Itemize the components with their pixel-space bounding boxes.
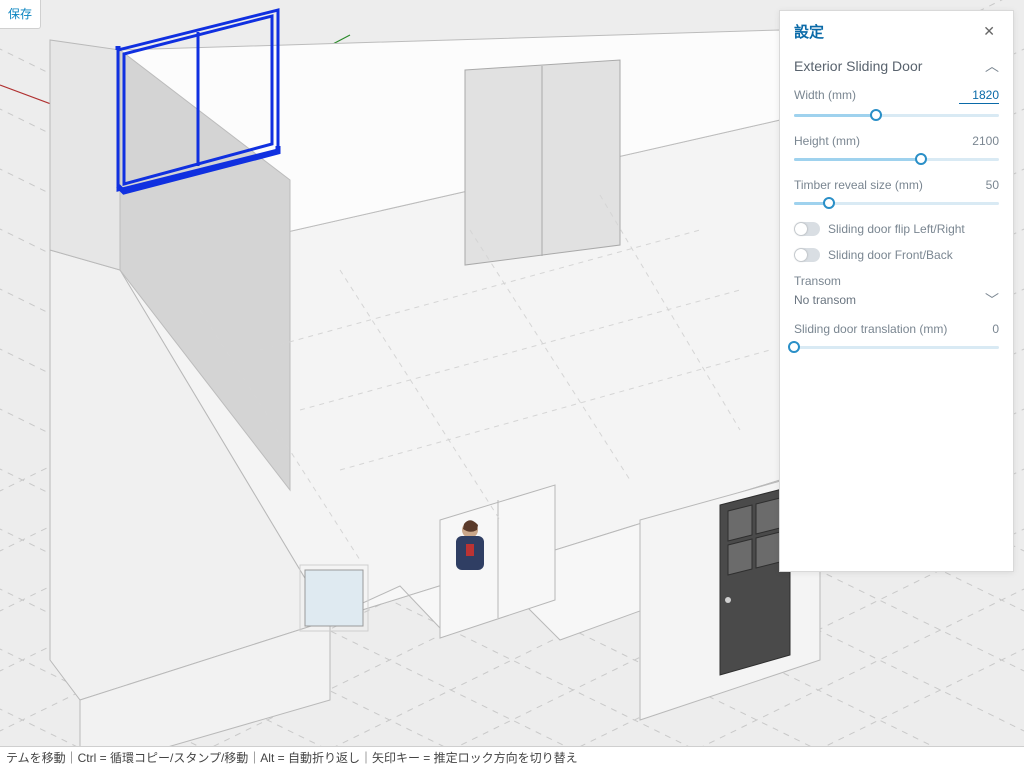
chevron-down-icon: ﹀ (985, 290, 999, 310)
save-button[interactable]: 保存 (0, 0, 41, 29)
prop-height: Height (mm) 2100 (794, 134, 999, 166)
prop-transom: Transom No transom ﹀ (794, 274, 999, 310)
prop-timber: Timber reveal size (mm) 50 (794, 178, 999, 210)
translation-value[interactable]: 0 (992, 322, 999, 336)
panel-title: 設定 (794, 21, 824, 42)
prop-label: Transom (794, 274, 999, 288)
chevron-up-icon[interactable]: ︿ (985, 56, 999, 76)
transom-select[interactable]: No transom ﹀ (794, 290, 999, 310)
prop-translation: Sliding door translation (mm) 0 (794, 322, 999, 354)
timber-value[interactable]: 50 (986, 178, 999, 192)
prop-width: Width (mm) 1820 (794, 88, 999, 122)
status-text: テムを移動｜Ctrl = 循環コピー/スタンプ/移動｜Alt = 自動折り返し｜… (6, 749, 578, 766)
section-title: Exterior Sliding Door (794, 58, 922, 74)
flip-lr-toggle[interactable] (794, 222, 820, 236)
translation-slider[interactable] (794, 340, 999, 354)
settings-panel: 設定 ✕ Exterior Sliding Door ︿ Width (mm) … (779, 10, 1014, 572)
prop-label: Width (mm) (794, 88, 856, 102)
prop-label: Timber reveal size (mm) (794, 178, 923, 192)
status-bar: テムを移動｜Ctrl = 循環コピー/スタンプ/移動｜Alt = 自動折り返し｜… (0, 746, 1024, 768)
transom-value: No transom (794, 293, 856, 307)
flip-fb-toggle[interactable] (794, 248, 820, 262)
height-slider[interactable] (794, 152, 999, 166)
toggle-label: Sliding door flip Left/Right (828, 222, 965, 236)
width-input[interactable]: 1820 (959, 88, 999, 104)
width-slider[interactable] (794, 108, 999, 122)
prop-label: Height (mm) (794, 134, 860, 148)
toggle-label: Sliding door Front/Back (828, 248, 953, 262)
timber-slider[interactable] (794, 196, 999, 210)
close-icon[interactable]: ✕ (979, 21, 999, 42)
prop-label: Sliding door translation (mm) (794, 322, 947, 336)
height-value[interactable]: 2100 (972, 134, 999, 148)
